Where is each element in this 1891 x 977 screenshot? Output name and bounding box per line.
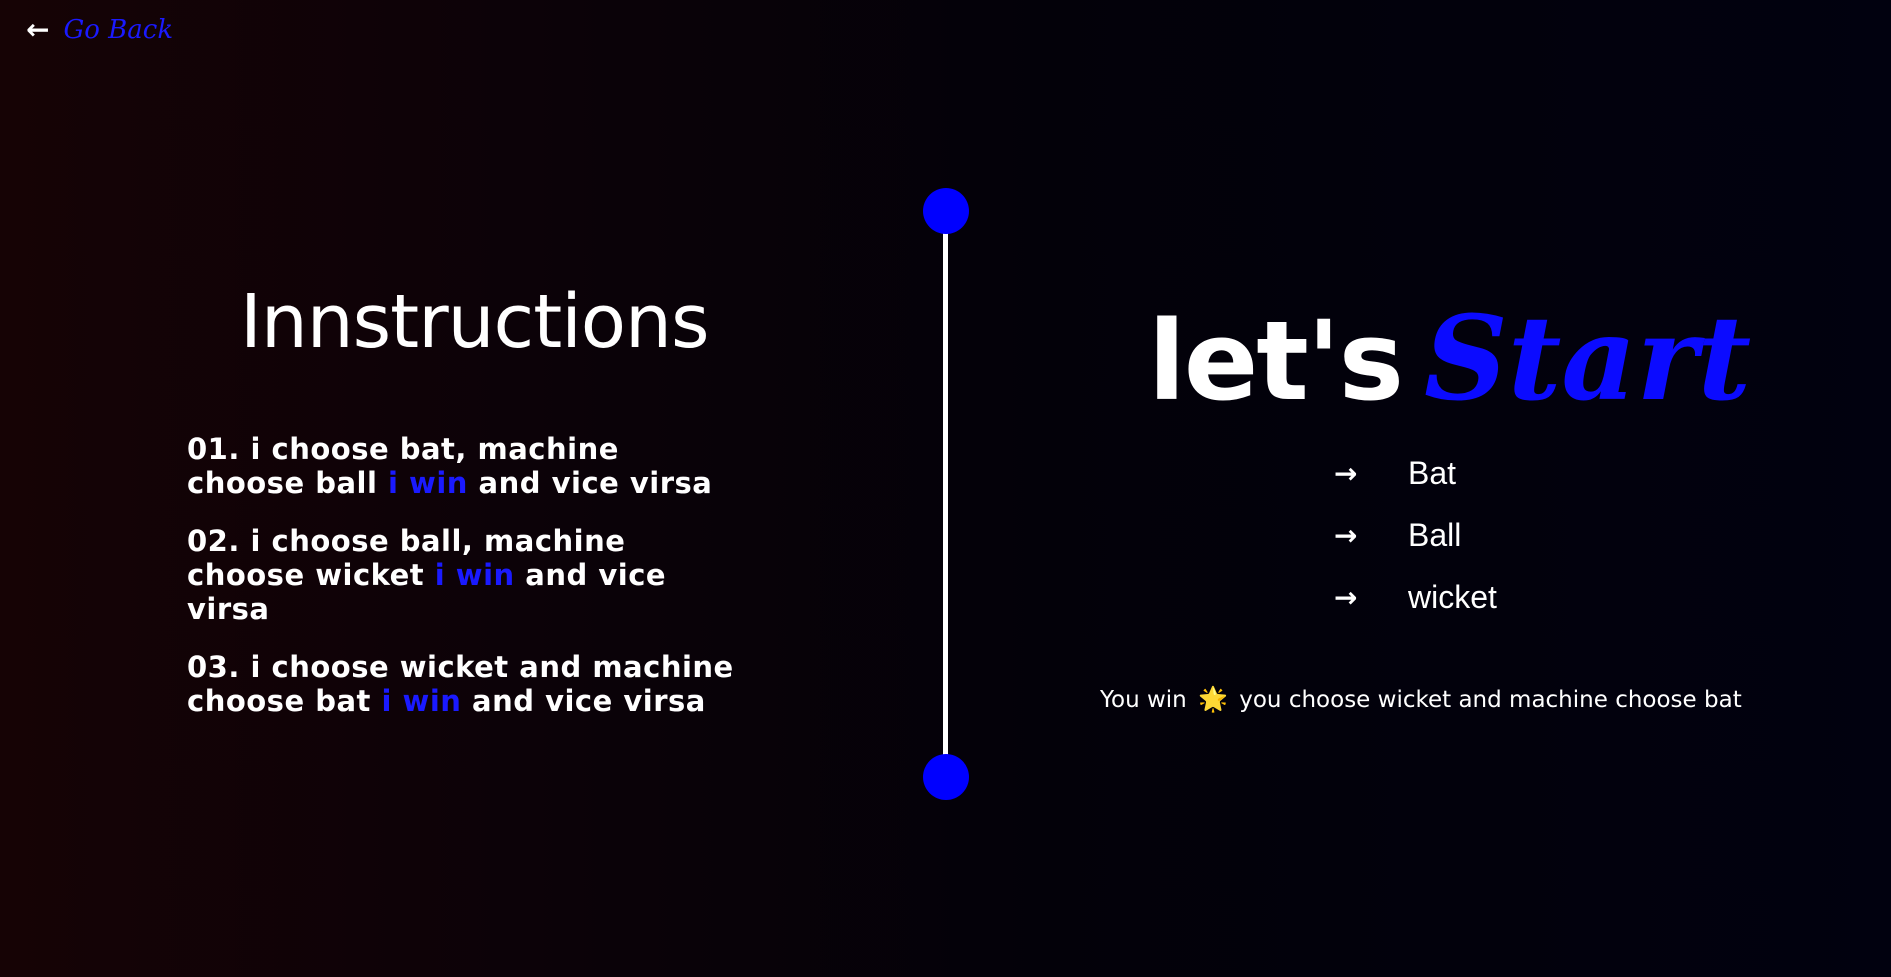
rule-text: and vice virsa <box>467 466 713 500</box>
result-message: You win 🌟 you choose wicket and machine … <box>1100 683 1742 716</box>
instructions-list: 01. i choose bat, machine choose ball i … <box>187 432 747 742</box>
start-title-accent: Start <box>1424 291 1752 427</box>
result-prefix: You win <box>1100 687 1187 713</box>
rule-item: 02. i choose ball, machine choose wicket… <box>187 524 747 626</box>
option-ball[interactable]: → Ball <box>1334 504 1497 566</box>
instructions-title: Innstructions <box>240 279 710 365</box>
arrow-left-icon[interactable]: ← <box>26 14 49 46</box>
go-back-link[interactable]: ← Go Back <box>26 14 173 46</box>
divider-bottom-dot <box>923 754 969 800</box>
option-label[interactable]: Ball <box>1408 517 1461 554</box>
option-bat[interactable]: → Bat <box>1334 442 1497 504</box>
start-title: let's Start <box>1148 294 1751 459</box>
star-emoji-icon: 🌟 <box>1198 685 1228 713</box>
vertical-divider <box>943 212 948 778</box>
go-back-label[interactable]: Go Back <box>63 14 173 46</box>
option-label[interactable]: wicket <box>1408 579 1497 616</box>
rule-item: 01. i choose bat, machine choose ball i … <box>187 432 747 500</box>
rule-text: and vice virsa <box>461 684 706 718</box>
rule-win-highlight: i win <box>388 466 468 500</box>
choice-options: → Bat → Ball → wicket <box>1334 442 1497 628</box>
option-wicket[interactable]: → wicket <box>1334 566 1497 628</box>
arrow-right-icon: → <box>1334 580 1358 614</box>
rule-win-highlight: i win <box>381 684 462 718</box>
rule-item: 03. i choose wicket and machine choose b… <box>187 650 747 718</box>
option-label[interactable]: Bat <box>1408 455 1456 492</box>
result-detail: you choose wicket and machine choose bat <box>1239 687 1742 713</box>
rule-win-highlight: i win <box>434 558 515 592</box>
arrow-right-icon: → <box>1334 518 1358 552</box>
divider-top-dot <box>923 188 969 234</box>
start-title-prefix: let's <box>1148 297 1404 425</box>
arrow-right-icon: → <box>1334 456 1358 490</box>
